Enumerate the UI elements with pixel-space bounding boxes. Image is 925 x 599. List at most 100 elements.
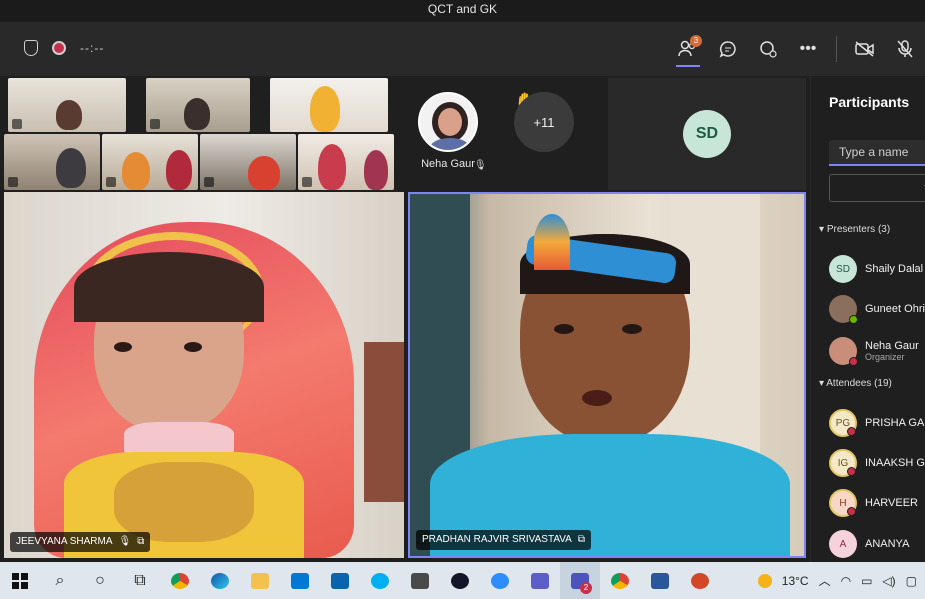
search-input[interactable]: Type a name: [829, 140, 925, 166]
avatar-initials: H: [839, 497, 847, 509]
participant-name: Guneet Ohri: [865, 303, 925, 315]
word-taskbar-button[interactable]: [640, 562, 680, 599]
video-tile-pradhan-rajvir-srivastava[interactable]: PRADHAN RAJVIR SRIVASTAVA ⧉: [408, 192, 806, 558]
participant-thumbnail[interactable]: [270, 78, 388, 132]
store-taskbar-button[interactable]: [280, 562, 320, 599]
chevron-up-icon[interactable]: ︿: [819, 572, 831, 589]
participant-row-prisha[interactable]: PG PRISHA GAR: [829, 406, 925, 440]
overflow-participants-button[interactable]: +11: [514, 92, 574, 152]
windows-logo-icon: [12, 572, 28, 589]
avatar: [829, 295, 858, 324]
participant-thumbnail[interactable]: [4, 134, 100, 190]
status-badge: [847, 427, 856, 436]
participant-name: PRADHAN RAJVIR SRIVASTAVA: [422, 534, 572, 545]
file-explorer-taskbar-button[interactable]: [240, 562, 280, 599]
start-button[interactable]: [0, 562, 40, 599]
battery-icon[interactable]: ▭: [861, 574, 872, 588]
mic-off-icon: [204, 177, 214, 187]
speedtest-taskbar-button[interactable]: [440, 562, 480, 599]
attendees-section-header[interactable]: ▾ Attendees (19): [819, 378, 892, 389]
shield-icon[interactable]: [24, 40, 38, 56]
teams-taskbar-button[interactable]: [520, 562, 560, 599]
participant-thumbnail[interactable]: [102, 134, 198, 190]
edge-taskbar-button[interactable]: [200, 562, 240, 599]
participant-row-guneet-ohri[interactable]: Guneet Ohri: [829, 292, 925, 326]
participant-row-neha-gaur[interactable]: Neha Gaur Organizer: [829, 334, 919, 368]
avatar: H: [829, 489, 857, 517]
video-name-tag: PRADHAN RAJVIR SRIVASTAVA ⧉: [416, 530, 591, 550]
participant-tile-sd[interactable]: SD: [608, 78, 806, 190]
hand-reaction-icon: [760, 41, 777, 58]
tile-name: Neha Gaur: [421, 158, 475, 170]
cortana-button[interactable]: ○: [80, 562, 120, 599]
chevron-down-icon: ▾: [819, 224, 825, 235]
mail-taskbar-button[interactable]: [320, 562, 360, 599]
calculator-taskbar-button[interactable]: [400, 562, 440, 599]
participant-row-harveer[interactable]: H HARVEER: [829, 486, 918, 520]
chevron-down-icon: ▾: [819, 378, 825, 389]
participant-tile-neha-gaur[interactable]: Neha Gaur: [418, 92, 478, 170]
participant-thumbnail[interactable]: [8, 78, 126, 132]
mic-toggle-button[interactable]: [885, 29, 925, 69]
chat-button[interactable]: [708, 29, 748, 69]
avatar: [418, 92, 478, 152]
video-name-tag: JEEVYANA SHARMA 🎙 ⧉: [10, 532, 151, 552]
participant-thumbnail[interactable]: [298, 134, 394, 190]
participant-thumbnail[interactable]: [200, 134, 296, 190]
task-view-button[interactable]: ⧉: [120, 562, 160, 599]
weather-temperature[interactable]: 13°C: [782, 574, 809, 588]
recording-icon: [52, 41, 66, 55]
section-label: Presenters (3): [826, 224, 891, 235]
more-actions-button[interactable]: •••: [788, 29, 828, 69]
status-badge: [849, 315, 858, 324]
presenters-section-header[interactable]: ▾ Presenters (3): [819, 224, 890, 235]
search-icon: ⌕: [55, 571, 65, 589]
avatar: IG: [829, 449, 857, 477]
zoom-taskbar-button[interactable]: [480, 562, 520, 599]
mic-off-icon: [302, 177, 312, 187]
more-dots-icon: •••: [799, 40, 817, 57]
participants-badge: 3: [690, 35, 702, 47]
teams-icon: [531, 572, 549, 589]
meeting-timer: --:--: [80, 41, 105, 55]
avatar-initials: SD: [695, 125, 719, 142]
chrome-profile-taskbar-button[interactable]: [600, 562, 640, 599]
participant-name: Neha Gaur: [865, 340, 919, 352]
teams-active-taskbar-button[interactable]: 2: [560, 562, 600, 599]
participant-name: INAAKSH GO: [865, 457, 925, 469]
avatar-initials: A: [839, 538, 847, 550]
chrome-taskbar-button[interactable]: [160, 562, 200, 599]
wifi-icon[interactable]: ◠: [841, 574, 851, 588]
avatar: A: [829, 530, 857, 558]
skype-taskbar-button[interactable]: [360, 562, 400, 599]
participant-name: ANANYA: [865, 538, 910, 550]
participants-button[interactable]: 3: [668, 29, 708, 69]
powerpoint-taskbar-button[interactable]: [680, 562, 720, 599]
mic-off-icon: [150, 119, 160, 129]
volume-icon[interactable]: ◁): [882, 574, 895, 588]
reactions-button[interactable]: [748, 29, 788, 69]
chat-icon: [719, 41, 736, 58]
meeting-stage: Neha Gaur 🎙 ✋ +11 SD JEEVYANA SHARMA 🎙 ⧉: [0, 76, 810, 562]
participant-thumbnail[interactable]: [146, 78, 250, 132]
participant-row-ananya[interactable]: A ANANYA: [829, 527, 909, 561]
store-icon: [291, 572, 309, 589]
search-button[interactable]: ⌕: [40, 562, 80, 599]
participant-row-shaily-dalal[interactable]: SD Shaily Dalal: [829, 252, 923, 286]
share-invite-button[interactable]: ⇪: [829, 174, 925, 202]
avatar: SD: [683, 110, 731, 158]
notification-badge: 2: [580, 582, 592, 594]
participant-row-inaaksh[interactable]: IG INAAKSH GO: [829, 446, 925, 480]
camera-toggle-button[interactable]: [845, 29, 885, 69]
participant-name: HARVEER: [865, 497, 918, 509]
mic-off-icon: 🎙: [118, 536, 132, 547]
panel-title: Participants: [829, 94, 910, 110]
edge-icon: [211, 572, 229, 589]
chrome-icon: [171, 572, 189, 589]
participant-name: Shaily Dalal: [865, 263, 924, 275]
video-tile-jeevyana-sharma[interactable]: JEEVYANA SHARMA 🎙 ⧉: [4, 192, 404, 558]
window-title: QCT and GK: [427, 2, 498, 16]
notification-icon[interactable]: ▢: [906, 574, 917, 588]
weather-sun-icon: [757, 573, 772, 588]
skype-icon: [371, 572, 389, 589]
